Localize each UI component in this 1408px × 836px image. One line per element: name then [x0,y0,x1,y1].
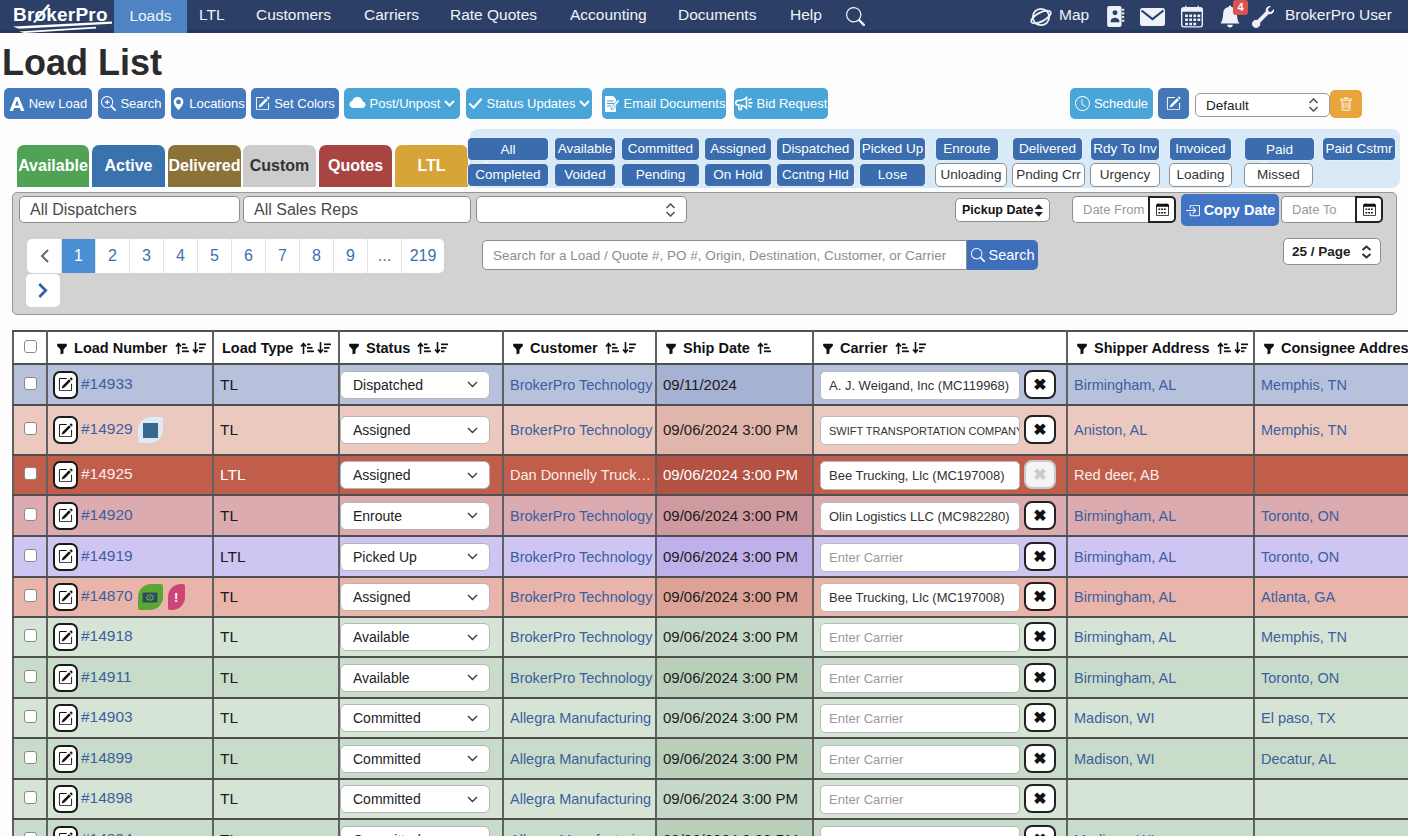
svg-text:BrokerPro: BrokerPro [13,4,108,25]
